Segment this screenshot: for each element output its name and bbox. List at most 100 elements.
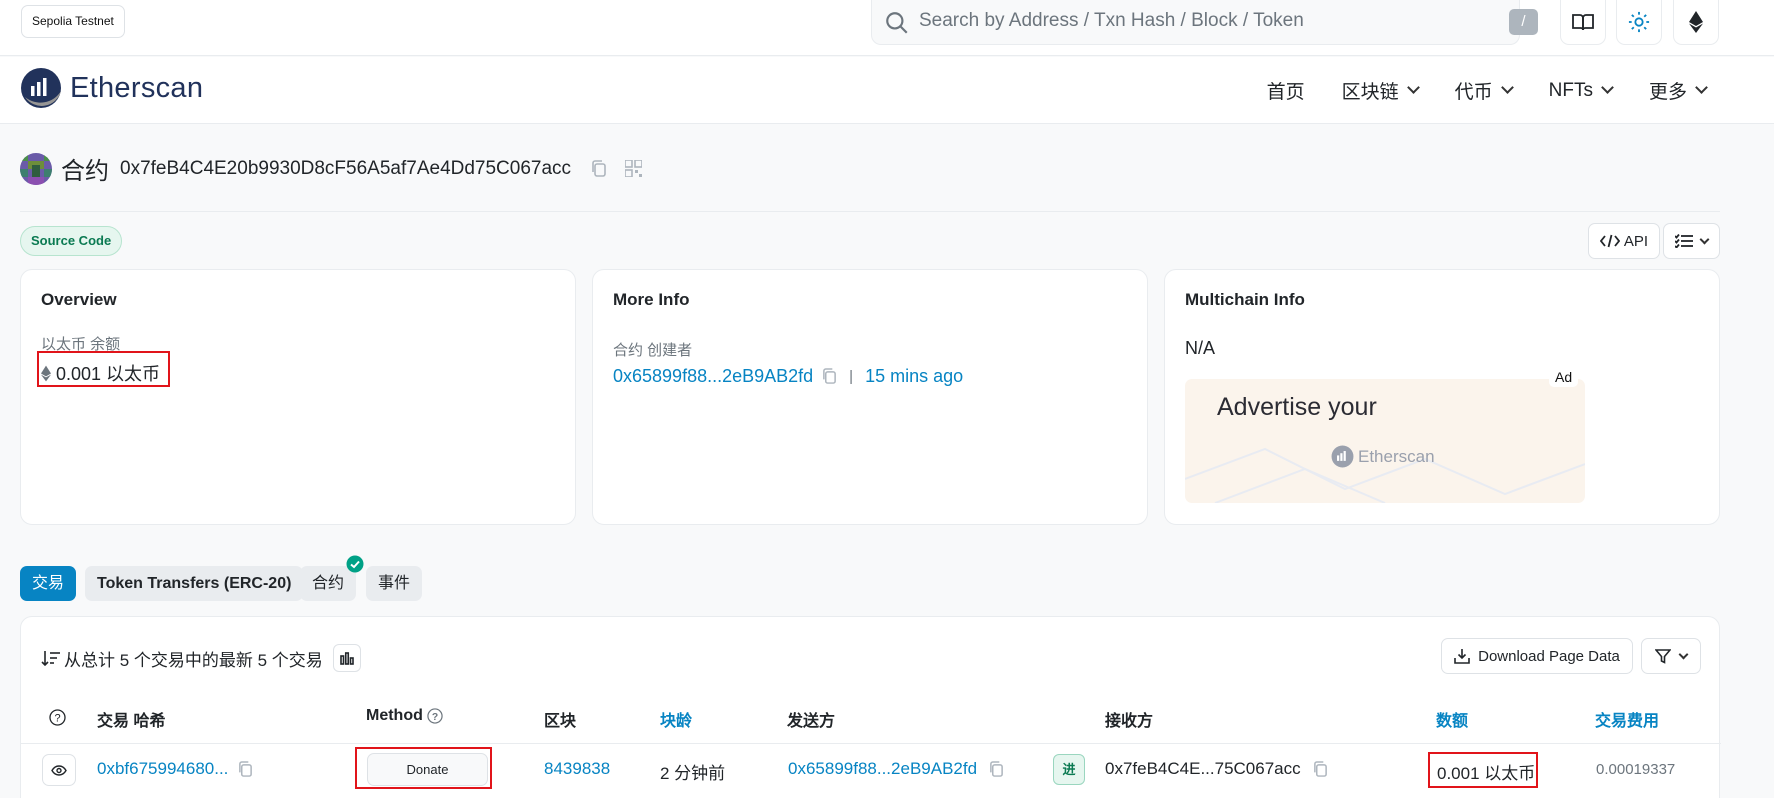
- top-bar: Sepolia Testnet /: [0, 0, 1774, 56]
- copy-icon[interactable]: [1313, 760, 1328, 778]
- copy-icon[interactable]: [989, 760, 1004, 778]
- transactions-summary: 从总计 5 个交易中的最新 5 个交易: [41, 644, 361, 672]
- chart-toggle-button[interactable]: [332, 644, 361, 672]
- nav-item-label: 区块链: [1341, 82, 1399, 103]
- chevron-down-icon: [1695, 81, 1708, 94]
- col-header-block: 区块: [544, 713, 577, 730]
- nav-item-label: 更多: [1648, 82, 1687, 103]
- site-logo[interactable]: Etherscan: [20, 67, 203, 109]
- address-avatar: [20, 152, 52, 185]
- list-icon: [1675, 234, 1693, 248]
- nav-item-label: 代币: [1454, 82, 1493, 103]
- tab-events[interactable]: 事件: [366, 566, 423, 601]
- multichain-card: Multichain Info N/A Advertise your Ether…: [1164, 269, 1720, 525]
- table-row-hash: 0xbf675994680...: [97, 759, 253, 779]
- from-address-link[interactable]: 0x65899f88...2eB9AB2fd: [788, 759, 977, 779]
- creation-tx-link[interactable]: 15 mins ago: [865, 366, 963, 387]
- more-options-button[interactable]: [1663, 223, 1720, 259]
- transactions-card: 从总计 5 个交易中的最新 5 个交易 Download Page Data ?…: [20, 616, 1721, 798]
- block-link[interactable]: 8439838: [544, 759, 610, 779]
- tab-token-transfers[interactable]: Token Transfers (ERC-20): [85, 566, 304, 601]
- chevron-down-icon: [1601, 81, 1614, 94]
- filter-icon: [1655, 648, 1671, 664]
- bar-chart-icon: [340, 651, 354, 665]
- docs-button[interactable]: [1560, 0, 1606, 45]
- to-cell: 0x7feB4C4E...75C067acc: [1105, 759, 1328, 779]
- etherscan-logo-icon: [1331, 445, 1354, 468]
- main-navbar: Etherscan 首页 区块链 代币 NFTs 更多: [0, 57, 1774, 124]
- code-icon: [1599, 234, 1620, 248]
- download-page-data-button[interactable]: Download Page Data: [1441, 638, 1633, 674]
- col-header-txn-hash: 交易 哈希: [97, 713, 166, 730]
- search-bar: /: [871, 0, 1538, 45]
- multichain-title: Multichain Info: [1185, 290, 1305, 309]
- logo-text: Etherscan: [70, 71, 204, 104]
- ad-brand: Etherscan: [1331, 445, 1435, 468]
- nav-item-nfts[interactable]: NFTs: [1548, 77, 1614, 104]
- balance-row: 0.001 以太币: [41, 360, 160, 386]
- separator: |: [849, 368, 854, 385]
- network-badge[interactable]: Sepolia Testnet: [21, 5, 125, 38]
- balance-value: 0.001 以太币: [56, 364, 161, 384]
- network-switch-button[interactable]: [1673, 0, 1719, 45]
- svg-text:?: ?: [432, 712, 438, 723]
- direction-in-badge: 进: [1053, 754, 1085, 785]
- nav-item-more[interactable]: 更多: [1648, 77, 1708, 104]
- ad-headline: Advertise your: [1217, 393, 1377, 421]
- txn-hash-link[interactable]: 0xbf675994680...: [97, 759, 228, 779]
- nav-item-tokens[interactable]: 代币: [1454, 77, 1514, 104]
- chevron-down-icon: [1678, 649, 1689, 659]
- from-cell: 0x65899f88...2eB9AB2fd: [788, 759, 1004, 779]
- nav-item-home[interactable]: 首页: [1267, 77, 1305, 104]
- nav-item-blockchain[interactable]: 区块链: [1341, 77, 1420, 104]
- nav-item-label: NFTs: [1548, 79, 1593, 101]
- ad-banner[interactable]: Advertise your Etherscan: [1185, 379, 1585, 503]
- more-info-card: More Info 合约 创建者 0x65899f88...2eB9AB2fd …: [592, 269, 1148, 525]
- copy-icon[interactable]: [238, 760, 253, 778]
- qr-code-icon[interactable]: [625, 160, 643, 177]
- overview-card: Overview 以太币 余额 0.001 以太币: [20, 269, 576, 525]
- search-icon: [886, 12, 908, 34]
- txn-fee-value: 0.00019337: [1596, 761, 1676, 778]
- ad-label: Ad: [1549, 367, 1579, 387]
- method-badge[interactable]: Donate: [367, 753, 488, 786]
- table-header-divider: [21, 743, 1721, 744]
- col-header-from: 发送方: [787, 713, 836, 730]
- book-icon: [1572, 14, 1594, 31]
- sun-icon: [1628, 11, 1650, 33]
- copy-icon[interactable]: [822, 368, 837, 385]
- to-address: 0x7feB4C4E...75C067acc: [1105, 759, 1301, 778]
- multichain-value: N/A: [1185, 338, 1216, 358]
- col-header-to: 接收方: [1105, 713, 1154, 730]
- search-shortcut-key: /: [1509, 9, 1538, 35]
- tab-transactions[interactable]: 交易: [20, 566, 77, 601]
- theme-toggle-button[interactable]: [1616, 0, 1662, 45]
- eye-icon: [51, 764, 67, 776]
- page-title: 合约: [61, 158, 109, 185]
- col-header-age[interactable]: 块龄: [660, 707, 692, 731]
- source-code-badge[interactable]: Source Code: [20, 226, 123, 256]
- copy-icon[interactable]: [591, 159, 607, 178]
- filter-button[interactable]: [1641, 638, 1701, 674]
- chevron-down-icon: [1699, 234, 1710, 244]
- nav-item-label: 首页: [1266, 82, 1305, 103]
- col-header-amount[interactable]: 数额: [1436, 707, 1468, 731]
- summary-text: 从总计 5 个交易中的最新 5 个交易: [64, 650, 323, 670]
- help-icon[interactable]: ?: [49, 709, 66, 726]
- chevron-down-icon: [1406, 81, 1420, 94]
- ethereum-icon: [1689, 11, 1703, 33]
- search-input[interactable]: [919, 6, 1459, 36]
- header-divider: [20, 211, 1720, 212]
- api-button[interactable]: API: [1588, 223, 1660, 259]
- download-icon: [1454, 649, 1470, 664]
- col-header-txn-fee[interactable]: 交易费用: [1595, 707, 1659, 731]
- svg-text:?: ?: [54, 713, 60, 725]
- contract-address: 0x7feB4C4E20b9930D8cF56A5af7Ae4Dd75C067a…: [120, 157, 572, 179]
- creator-address-link[interactable]: 0x65899f88...2eB9AB2fd: [613, 366, 813, 387]
- download-label: Download Page Data: [1478, 647, 1620, 665]
- creator-label: 合约 创建者: [613, 342, 693, 359]
- preview-button[interactable]: [42, 754, 76, 786]
- more-info-title: More Info: [613, 290, 690, 309]
- api-button-label: API: [1623, 232, 1649, 250]
- help-icon[interactable]: ?: [427, 708, 443, 724]
